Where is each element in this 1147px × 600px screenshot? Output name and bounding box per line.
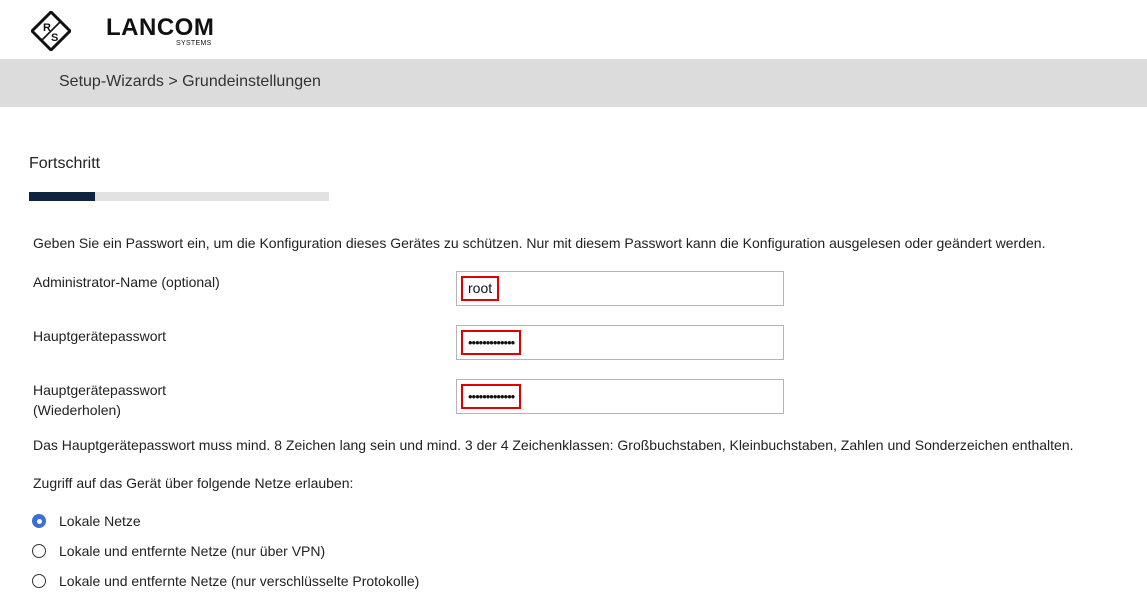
radio-option-local-remote-vpn[interactable]: Lokale und entfernte Netze (nur über VPN… <box>32 541 325 561</box>
progress-bar <box>29 192 329 201</box>
admin-name-label: Administrator-Name (optional) <box>33 274 220 290</box>
brand-name: LANCOM <box>106 14 215 41</box>
svg-text:R: R <box>43 22 51 34</box>
password-repeat-input[interactable]: ••••••••••••• <box>456 379 784 414</box>
radio-option-local-remote-encrypted[interactable]: Lokale und entfernte Netze (nur verschlü… <box>32 571 419 591</box>
access-label: Zugriff auf das Gerät über folgende Netz… <box>33 475 354 491</box>
radio-button[interactable] <box>32 514 46 528</box>
breadcrumb: Setup-Wizards > Grundeinstellungen <box>59 73 321 90</box>
password-repeat-label: Hauptgerätepasswort (Wiederholen) <box>33 382 167 418</box>
header: R S LANCOM SYSTEMS <box>0 0 1147 59</box>
admin-name-input[interactable]: root <box>456 271 784 306</box>
radio-label: Lokale und entfernte Netze (nur verschlü… <box>59 573 420 589</box>
password-value: ••••••••••••• <box>461 330 522 355</box>
password-input[interactable]: ••••••••••••• <box>456 325 784 360</box>
radio-button[interactable] <box>32 574 46 588</box>
intro-text: Geben Sie ein Passwort ein, um die Konfi… <box>33 235 1046 251</box>
radio-option-local[interactable]: Lokale Netze <box>32 511 141 531</box>
admin-name-value: root <box>461 276 500 301</box>
progress-fill <box>29 192 95 201</box>
radio-label: Lokale Netze <box>59 513 141 529</box>
password-repeat-value: ••••••••••••• <box>461 384 522 409</box>
svg-text:S: S <box>51 32 58 44</box>
radio-button[interactable] <box>32 544 46 558</box>
brand-subtitle: SYSTEMS <box>176 40 212 47</box>
password-label: Hauptgerätepasswort <box>33 328 167 344</box>
password-rule-text: Das Hauptgerätepasswort muss mind. 8 Zei… <box>33 437 1074 453</box>
radio-label: Lokale und entfernte Netze (nur über VPN… <box>59 543 326 559</box>
breadcrumb-bar: Setup-Wizards > Grundeinstellungen <box>0 59 1147 107</box>
progress-label: Fortschritt <box>29 155 101 172</box>
rohde-schwarz-logo-icon: R S <box>31 11 71 51</box>
